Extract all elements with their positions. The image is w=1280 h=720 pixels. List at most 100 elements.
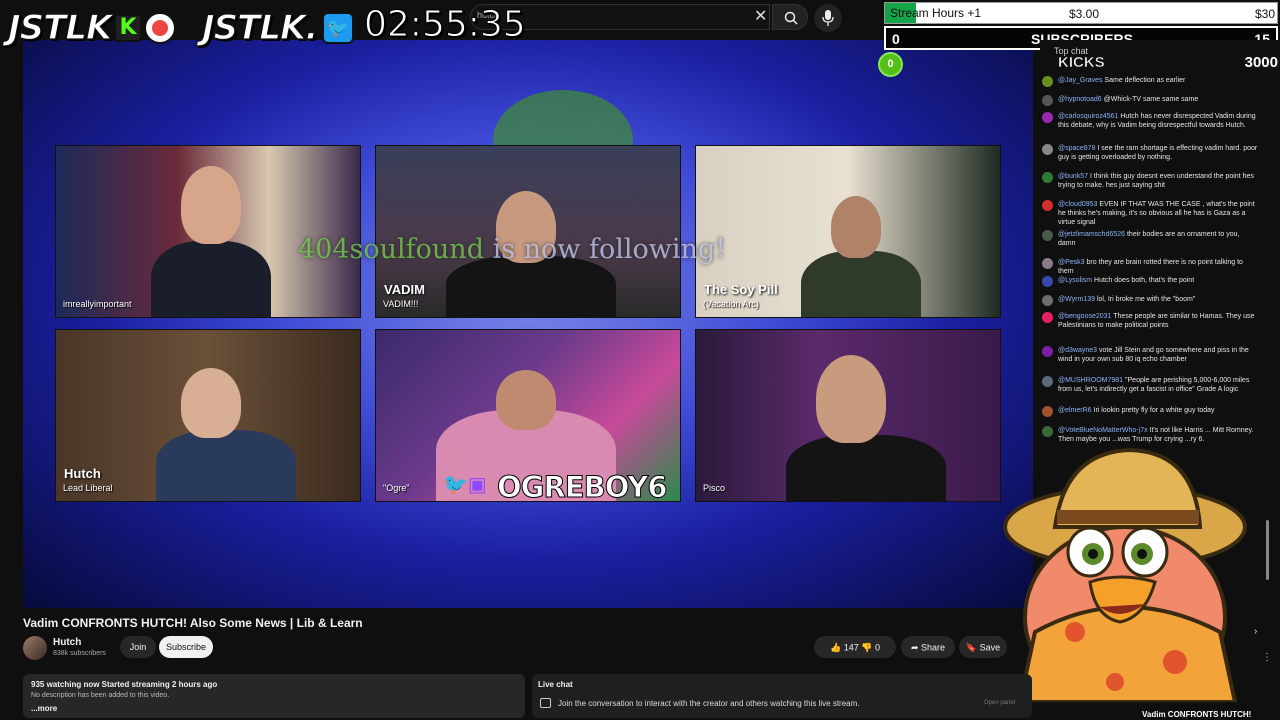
chat-author[interactable]: @Jay_Graves [1058, 77, 1102, 84]
join-button[interactable]: Join [120, 636, 156, 658]
chat-message: @bengoose2031 These people are similar t… [1042, 312, 1258, 330]
chevron-right-icon[interactable]: › [1254, 626, 1257, 637]
save-button[interactable]: 🔖 Save [959, 636, 1007, 658]
kicks-current: 0 [878, 52, 903, 77]
chat-message: @cloud0953 EVEN IF THAT WAS THE CASE , w… [1042, 200, 1258, 227]
dislike-count: 0 [875, 642, 881, 653]
chat-avatar[interactable] [1042, 346, 1053, 357]
like-dislike-control[interactable]: 👍 147 👎 0 [814, 636, 896, 658]
subscriber-count: 838k subscribers [53, 650, 106, 657]
chat-avatar[interactable] [1042, 276, 1053, 287]
chat-message: @Jay_Graves Same deflection as earlier [1042, 76, 1258, 87]
chat-author[interactable]: @space878 [1058, 145, 1095, 152]
kicks-label: KICKS [1058, 54, 1105, 72]
video-player[interactable]: imreallyimportant VADIM VADIM!!! The Soy… [23, 40, 1033, 608]
subs-current: 0 [892, 31, 900, 47]
tile-subtitle: VADIM!!! [383, 299, 419, 309]
participant-silhouette [801, 251, 921, 317]
chat-avatar[interactable] [1042, 376, 1053, 387]
description-box[interactable]: 935 watching now Started streaming 2 hou… [23, 674, 525, 718]
chat-message: @carlosquiroz4561 Hutch has never disres… [1042, 112, 1258, 130]
stream-hours-label: Stream Hours +1 [890, 6, 982, 20]
open-panel-button[interactable]: Open panel [984, 700, 1015, 706]
stream-timer: 02:55:35 [364, 4, 527, 46]
chat-author[interactable]: @elmerR6 [1058, 407, 1092, 414]
chat-avatar[interactable] [1042, 172, 1053, 183]
chat-avatar[interactable] [1042, 112, 1053, 123]
dislike-icon[interactable]: 👎 [861, 643, 872, 653]
chat-avatar[interactable] [1042, 312, 1053, 323]
more-link[interactable]: ...more [31, 704, 57, 713]
channel-name[interactable]: Hutch [53, 637, 81, 648]
participant-head [181, 368, 241, 438]
chat-author[interactable]: @Wyrm139 [1058, 296, 1095, 303]
recommended-title[interactable]: Vadim CONFRONTS HUTCH! [1142, 710, 1251, 719]
participant-head [831, 196, 881, 258]
tile-name: Pisco [703, 483, 726, 493]
more-vert-icon[interactable]: ⋮ [1262, 652, 1272, 663]
chat-avatar[interactable] [1042, 76, 1053, 87]
chat-message: @Lysolism Hutch does both, that's the po… [1042, 276, 1258, 287]
chat-avatar[interactable] [1042, 144, 1053, 155]
chat-avatar[interactable] [1042, 295, 1053, 306]
chat-text: bro they are brain rotted there is no po… [1058, 259, 1243, 275]
chat-avatar[interactable] [1042, 95, 1053, 106]
channel-avatar[interactable] [23, 636, 47, 660]
subscribe-button[interactable]: Subscribe [159, 636, 213, 658]
chat-message: @MUSHROOM7981 "People are perishing 5,00… [1042, 376, 1258, 394]
chat-author[interactable]: @bengoose2031 [1058, 313, 1111, 320]
record-icon [144, 12, 176, 44]
voice-search-button[interactable] [814, 4, 842, 32]
save-label: Save [979, 642, 1001, 653]
share-button[interactable]: ➦ Share [901, 636, 955, 658]
chat-avatar[interactable] [1042, 258, 1053, 269]
chat-author[interactable]: @d3wayne3 [1058, 347, 1097, 354]
chat-message: @bunk57 I think this guy doesnt even und… [1042, 172, 1258, 190]
chat-author[interactable]: @cloud0953 [1058, 201, 1097, 208]
chat-message: @hypnotoad6 @Whick-TV same same same [1042, 95, 1258, 106]
video-tile-hutch: Hutch Lead Liberal [55, 329, 361, 502]
chat-author[interactable]: @carlosquiroz4561 [1058, 113, 1118, 120]
jstlk-twitter-logo: JSTLK. [201, 7, 318, 48]
chat-message: @d3wayne3 vote Jill Stein and go somewhe… [1042, 346, 1258, 364]
chat-bubble-icon [540, 698, 551, 708]
chat-author[interactable]: @hypnotoad6 [1058, 96, 1102, 103]
chat-message: @jetzlimamschd6526 their bodies are an o… [1042, 230, 1258, 248]
share-label: Share [921, 642, 946, 653]
participant-head [496, 370, 556, 430]
chat-author[interactable]: @jetzlimamschd6526 [1058, 231, 1125, 238]
tile-name: Hutch [64, 466, 101, 481]
close-icon[interactable]: ✕ [754, 6, 767, 26]
chat-author[interactable]: @Lysolism [1058, 277, 1092, 284]
money-mid: $3.00 [1069, 7, 1100, 21]
chat-author[interactable]: @bunk57 [1058, 173, 1088, 180]
search-icon [784, 11, 798, 25]
participant-silhouette [151, 241, 271, 317]
chat-avatar[interactable] [1042, 406, 1053, 417]
search-button[interactable] [772, 4, 808, 30]
chat-avatar[interactable] [1042, 200, 1053, 211]
chat-scrollbar[interactable] [1266, 520, 1269, 580]
follow-alert: 404soulfound is now following! [298, 234, 726, 265]
chat-text: Same deflection as earlier [1104, 77, 1186, 84]
chat-message: @elmerR6 Iri lookin pretty fly for a whi… [1042, 406, 1258, 417]
chat-avatar[interactable] [1042, 230, 1053, 241]
participant-silhouette [156, 430, 296, 501]
mic-icon [822, 10, 834, 26]
chat-text: lol, Iri broke me with the "boom" [1096, 296, 1196, 303]
watch-stats: 935 watching now Started streaming 2 hou… [31, 680, 218, 689]
participant-head [816, 355, 886, 443]
video-tile-vadim: VADIM VADIM!!! [375, 145, 681, 318]
tile-name: "Ogre" [383, 483, 410, 493]
chat-message: @Wyrm139 lol, Iri broke me with the "boo… [1042, 295, 1258, 306]
chat-text: Hutch does both, that's the point [1094, 277, 1195, 284]
live-chat-prompt: Join the conversation to interact with t… [558, 699, 860, 708]
chat-author[interactable]: @MUSHROOM7981 [1058, 377, 1123, 384]
ogre-twitch-banner: OGREBOY6 [497, 470, 668, 505]
chat-author[interactable]: @Pesk3 [1058, 259, 1085, 266]
chat-message: @Pesk3 bro they are brain rotted there i… [1042, 258, 1258, 276]
follow-username: 404soulfound [298, 234, 484, 265]
like-icon[interactable]: 👍 [830, 643, 841, 653]
share-icon: ➦ [910, 642, 919, 653]
twitter-icon: 🐦 [322, 12, 354, 44]
